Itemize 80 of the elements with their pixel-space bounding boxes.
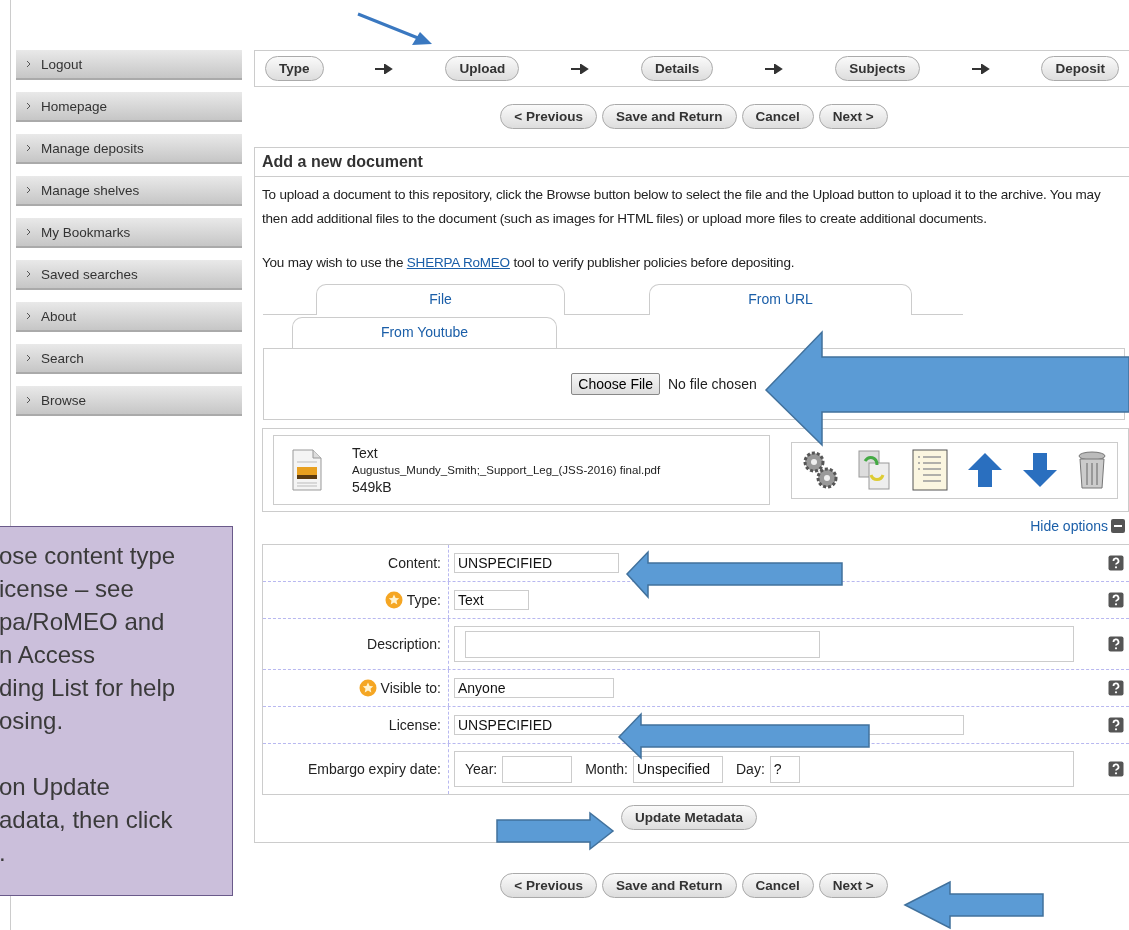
arrow-right-icon	[971, 63, 990, 74]
chevron-right-icon	[26, 312, 31, 320]
step-button[interactable]: Deposit	[1041, 56, 1119, 81]
callout-text: on Update adata, then click .	[0, 772, 174, 868]
help-icon[interactable]	[1108, 761, 1124, 777]
date-label: Day:	[736, 761, 765, 777]
date-label: Month:	[585, 761, 628, 777]
help-icon[interactable]	[1108, 636, 1124, 652]
text-field[interactable]: Anyone	[454, 678, 614, 698]
chevron-right-icon	[26, 144, 31, 152]
step-button[interactable]: Details	[641, 56, 714, 81]
update-metadata-button[interactable]: Update Metadata	[621, 805, 757, 830]
arrow-right-icon	[375, 63, 394, 74]
field-label: Content:	[388, 555, 441, 571]
chevron-right-icon	[26, 60, 31, 68]
description-field[interactable]	[465, 630, 820, 658]
text-field[interactable]: UNSPECIFIED	[454, 553, 619, 573]
document-type: Text	[352, 445, 379, 461]
date-label: Year:	[465, 761, 498, 777]
sidebar-item[interactable]: Browse	[16, 386, 242, 416]
document-icon	[292, 449, 322, 491]
chevron-right-icon	[26, 354, 31, 362]
sidebar-item[interactable]: Manage shelves	[16, 176, 242, 206]
arrow-down-icon[interactable]	[1022, 452, 1059, 488]
field-label: Type:	[406, 592, 441, 608]
sidebar-item[interactable]: My Bookmarks	[16, 218, 242, 248]
arrow-right-icon	[765, 63, 784, 74]
document-filename: Augustus_Mundy_Smith;_Support_Leg_(JSS-2016) final.pdf	[352, 464, 661, 476]
arrow-right-icon	[571, 63, 590, 74]
nav-button[interactable]: Cancel	[741, 104, 814, 129]
date-field[interactable]: ?	[769, 755, 800, 783]
step-button[interactable]: Subjects	[835, 56, 920, 81]
date-field[interactable]: Unspecified	[633, 755, 723, 783]
nav-button[interactable]: < Previous	[500, 104, 597, 129]
callout-text: ose content type icense – see pa/RoMEO and n Access ding List for help osing.	[0, 541, 177, 736]
help-icon[interactable]	[1108, 717, 1124, 733]
sidebar-item[interactable]: Search	[16, 344, 242, 374]
field-label: Visible to:	[380, 680, 441, 696]
upload-tab[interactable]: From URL	[649, 284, 912, 315]
sherpa-link[interactable]: SHERPA RoMEO	[406, 255, 510, 270]
panel-title: Add a new document	[255, 148, 1129, 177]
trash-icon[interactable]	[1077, 450, 1108, 490]
upload-tab[interactable]: From Youtube	[292, 317, 557, 348]
document-size: 549kB	[352, 479, 393, 495]
help-icon[interactable]	[1108, 592, 1124, 608]
sidebar-item[interactable]: Homepage	[16, 92, 242, 122]
gears-icon[interactable]	[801, 450, 838, 490]
chevron-right-icon	[26, 102, 31, 110]
chevron-right-icon	[26, 228, 31, 236]
sidebar-item[interactable]: About	[16, 302, 242, 332]
help-icon[interactable]	[1108, 680, 1124, 696]
field-label: Embargo expiry date:	[307, 761, 441, 777]
nav-button[interactable]: Save and Return	[601, 104, 737, 129]
chevron-right-icon	[26, 186, 31, 194]
collapse-icon[interactable]	[1111, 519, 1125, 533]
nav-button[interactable]: < Previous	[500, 873, 597, 898]
field-label: License:	[388, 717, 441, 733]
nav-button[interactable]: Save and Return	[601, 873, 737, 898]
nav-button[interactable]: Next >	[818, 104, 888, 129]
nav-button[interactable]: Next >	[818, 873, 888, 898]
file-status: No file chosen	[668, 376, 757, 392]
upload-tab[interactable]: File	[316, 284, 565, 315]
choose-file-button[interactable]: Choose File	[571, 373, 660, 395]
arrow-up-icon[interactable]	[967, 452, 1004, 488]
text-field[interactable]: Text	[454, 590, 529, 610]
convert-document-icon[interactable]	[856, 449, 893, 491]
step-button[interactable]: Type	[265, 56, 324, 81]
sidebar-item[interactable]: Manage deposits	[16, 134, 242, 164]
hide-options-link[interactable]: Hide options	[1030, 518, 1108, 534]
help-icon[interactable]	[1108, 555, 1124, 571]
sidebar-item[interactable]: Logout	[16, 50, 242, 80]
step-button[interactable]: Upload	[445, 56, 520, 81]
sidebar-item[interactable]: Saved searches	[16, 260, 242, 290]
intro-text: To upload a document to this repository, click the Browse button below to select the file and the Upload button to upload it to the archive. You may then add additional files to the document (such as images for HTML files) or upload more files to create additional documents.	[261, 186, 1102, 228]
hint-text: You may wish to use the SHERPA RoMEO tool to verify publisher policies before depositing.	[261, 254, 796, 272]
nav-button[interactable]: Cancel	[741, 873, 814, 898]
chevron-right-icon	[26, 396, 31, 404]
field-label: Description:	[367, 636, 441, 652]
chevron-right-icon	[26, 270, 31, 278]
date-field[interactable]	[502, 755, 573, 783]
